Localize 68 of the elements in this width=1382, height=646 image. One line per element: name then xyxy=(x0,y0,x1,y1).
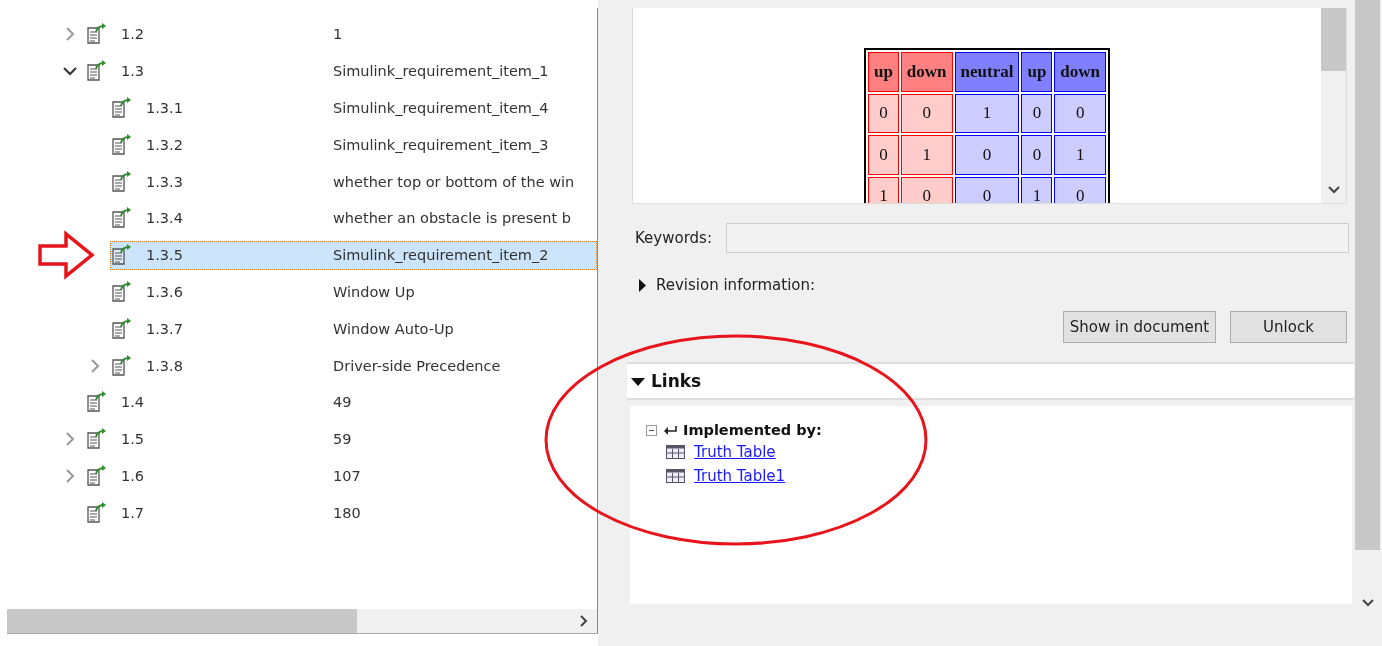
table-icon xyxy=(666,445,685,459)
table-cell: 0 xyxy=(867,135,899,175)
show-in-document-button[interactable]: Show in document xyxy=(1063,311,1216,343)
vertical-scrollbar[interactable] xyxy=(1321,8,1346,203)
truth-table-link[interactable]: Truth Table1 xyxy=(694,467,786,485)
tree-item[interactable]: 1.3 Simulink_requirement_item_1 xyxy=(85,56,597,86)
scroll-down-icon[interactable] xyxy=(1362,598,1374,608)
table-header: neutral xyxy=(954,52,1020,92)
tree-item[interactable]: 1.3.8 Driver-side Precedence xyxy=(110,351,597,381)
table-cell: 1 xyxy=(900,135,953,175)
tree-item[interactable]: 1.3.3 whether top or bottom of the win xyxy=(110,167,597,197)
requirement-icon xyxy=(111,354,133,377)
tree-item[interactable]: 1.4 49 xyxy=(85,387,597,417)
table-cell: 0 xyxy=(900,176,953,203)
tree-item[interactable]: 1.3.6 Window Up xyxy=(110,277,597,307)
keywords-label: Keywords: xyxy=(635,229,712,247)
table-cell: 1 xyxy=(867,176,899,203)
links-panel: Implemented by: Truth Table Truth Table1 xyxy=(630,406,1352,604)
table-cell: 0 xyxy=(1054,176,1107,203)
keywords-field[interactable] xyxy=(725,223,1349,253)
unlock-button[interactable]: Unlock xyxy=(1230,311,1347,343)
expand-triangle-icon[interactable] xyxy=(638,278,647,292)
collapse-box-icon[interactable] xyxy=(646,424,657,436)
incoming-arrow-icon xyxy=(663,425,677,435)
table-cell: 0 xyxy=(867,93,899,133)
table-header: up xyxy=(867,52,899,92)
table-cell: 0 xyxy=(954,176,1020,203)
requirement-icon xyxy=(86,428,108,451)
table-header: down xyxy=(900,52,953,92)
table-cell: 0 xyxy=(1021,135,1053,175)
tree-item[interactable]: 1.2 1 xyxy=(85,19,597,49)
collapse-triangle-icon[interactable] xyxy=(631,376,645,386)
requirement-icon xyxy=(86,23,108,46)
scroll-right-icon[interactable] xyxy=(579,615,589,627)
table-cell: 1 xyxy=(1021,176,1053,203)
requirement-icon xyxy=(111,207,133,230)
table-cell: 1 xyxy=(954,93,1020,133)
tree-item[interactable]: 1.3.2 Simulink_requirement_item_3 xyxy=(110,130,597,160)
table-icon xyxy=(666,469,685,483)
tree-item[interactable]: 1.5 59 xyxy=(85,424,597,454)
revision-label: Revision information: xyxy=(656,276,816,294)
requirement-icon xyxy=(86,391,108,414)
scroll-down-icon[interactable] xyxy=(1328,185,1340,195)
table-cell: 0 xyxy=(954,135,1020,175)
requirement-icon xyxy=(86,464,108,487)
table-header: up xyxy=(1021,52,1053,92)
horizontal-scrollbar[interactable] xyxy=(7,609,597,633)
requirement-icon xyxy=(86,501,108,524)
tree-item[interactable]: 1.3.4 whether an obstacle is present b xyxy=(110,203,597,233)
requirement-icon xyxy=(111,317,133,340)
requirement-icon xyxy=(111,280,133,303)
tree-item[interactable]: 1.3.7 Window Auto-Up xyxy=(110,314,597,344)
tree-item[interactable]: 1.3.5 Simulink_requirement_item_2 xyxy=(110,240,597,270)
tree-item[interactable]: 1.3.1 Simulink_requirement_item_4 xyxy=(110,93,597,123)
requirement-icon xyxy=(111,97,133,119)
requirement-icon xyxy=(111,170,133,193)
requirement-icon xyxy=(111,133,133,156)
tree-item[interactable]: 1.7 180 xyxy=(85,498,597,528)
links-header[interactable]: Links xyxy=(627,362,1354,400)
table-cell: 1 xyxy=(1054,135,1107,175)
table-cell: 0 xyxy=(1021,93,1053,133)
table-cell: 0 xyxy=(1054,93,1107,133)
requirement-icon xyxy=(86,60,108,83)
truth-table-link[interactable]: Truth Table xyxy=(694,443,776,461)
requirement-icon xyxy=(111,244,133,267)
table-cell: 0 xyxy=(900,93,953,133)
tree-item[interactable]: 1.6 107 xyxy=(85,461,597,491)
table-header: down xyxy=(1054,52,1107,92)
